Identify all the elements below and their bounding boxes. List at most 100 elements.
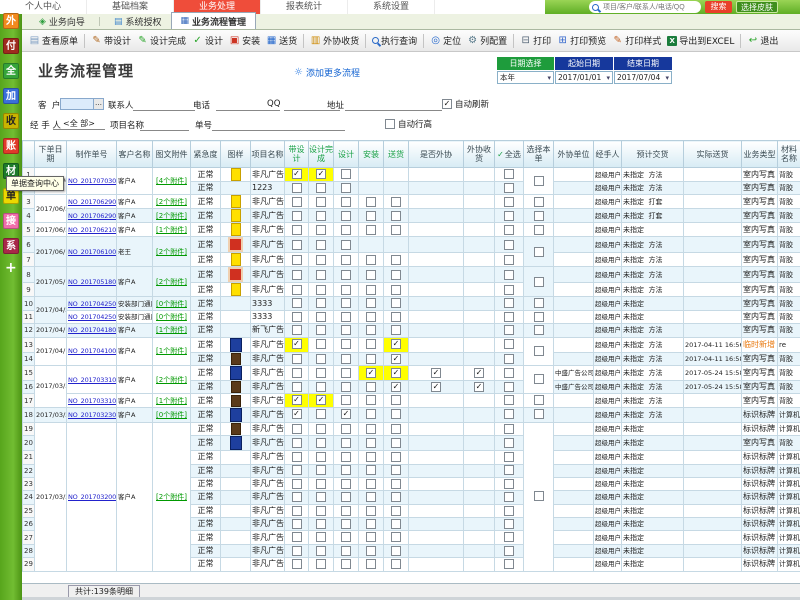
status-checkbox[interactable] <box>292 519 302 529</box>
status-checkbox[interactable] <box>292 546 302 556</box>
status-checkbox[interactable] <box>292 409 302 419</box>
status-checkbox[interactable] <box>341 559 351 569</box>
status-checkbox[interactable] <box>504 409 514 419</box>
status-checkbox[interactable] <box>292 479 302 489</box>
column-header-3[interactable]: 客户名称 <box>117 141 153 168</box>
order-number-link[interactable]: NO_201704100001 <box>68 347 117 355</box>
status-checkbox[interactable] <box>292 465 302 475</box>
auto-refresh-checkbox[interactable]: 自动刷新 <box>442 98 489 110</box>
status-checkbox[interactable] <box>391 409 401 419</box>
sidebar-item-加[interactable]: 加 <box>3 88 19 104</box>
status-checkbox[interactable] <box>366 519 376 529</box>
toolbar-button-定位[interactable]: ◎定位 <box>427 32 464 49</box>
status-checkbox[interactable] <box>316 559 326 569</box>
status-checkbox[interactable] <box>431 368 441 378</box>
sidebar-item-付[interactable]: 付 <box>3 38 19 54</box>
column-header-17[interactable]: 外协单位 <box>554 141 594 168</box>
select-order-checkbox[interactable] <box>534 197 544 207</box>
status-checkbox[interactable] <box>366 298 376 308</box>
table-row[interactable]: 12017/07/03NO_201707030001客户A[4个附件]正常非凡广… <box>23 168 800 182</box>
attachments-link[interactable]: [1个附件] <box>156 397 187 405</box>
status-checkbox[interactable] <box>316 519 326 529</box>
column-header-16[interactable]: 选择本单 <box>524 141 554 168</box>
menu-item-报表统计[interactable]: 报表统计 <box>261 0 348 14</box>
status-checkbox[interactable] <box>504 559 514 569</box>
status-checkbox[interactable] <box>292 255 302 265</box>
status-checkbox[interactable] <box>292 169 302 179</box>
status-checkbox[interactable] <box>341 312 351 322</box>
column-header-6[interactable]: 图样 <box>221 141 251 168</box>
status-checkbox[interactable] <box>391 546 401 556</box>
status-checkbox[interactable] <box>341 452 351 462</box>
menu-item-基础档案[interactable]: 基础档案 <box>87 0 174 14</box>
attachments-link[interactable]: [2个附件] <box>156 278 187 286</box>
column-header-10[interactable]: 设计 <box>334 141 359 168</box>
status-checkbox[interactable] <box>341 325 351 335</box>
status-checkbox[interactable] <box>341 409 351 419</box>
table-row[interactable]: 52017/06/21NO_201706210001客户A[1个附件]正常非凡广… <box>23 223 800 237</box>
status-checkbox[interactable] <box>366 424 376 434</box>
status-checkbox[interactable] <box>391 354 401 364</box>
status-checkbox[interactable] <box>504 546 514 556</box>
brown-thumbnail-icon[interactable] <box>231 423 241 435</box>
status-checkbox[interactable] <box>504 354 514 364</box>
column-header-22[interactable]: 材料名称 <box>778 141 800 168</box>
toolbar-button-退出[interactable]: ↩退出 <box>744 32 781 49</box>
status-checkbox[interactable] <box>366 325 376 335</box>
status-checkbox[interactable] <box>341 382 351 392</box>
sidebar-item-外[interactable]: 外 <box>3 13 19 29</box>
status-checkbox[interactable] <box>341 395 351 405</box>
tab-系统授权[interactable]: ▤系统授权 <box>105 14 171 29</box>
status-checkbox[interactable] <box>474 368 484 378</box>
attachments-link[interactable]: [1个附件] <box>156 347 187 355</box>
brown-thumbnail-icon[interactable] <box>231 381 241 393</box>
order-number-link[interactable]: NO_201705180001 <box>68 278 117 286</box>
table-row[interactable]: 132017/04/10NO_201704100001客户A[1个附件]正常非凡… <box>23 337 800 352</box>
table-row[interactable]: 62017/06/10NO_201706100001老王[2个附件]正常非凡广告… <box>23 237 800 253</box>
status-checkbox[interactable] <box>366 368 376 378</box>
status-checkbox[interactable] <box>391 465 401 475</box>
status-checkbox[interactable] <box>504 211 514 221</box>
status-checkbox[interactable] <box>316 409 326 419</box>
status-checkbox[interactable] <box>341 183 351 193</box>
status-checkbox[interactable] <box>504 519 514 529</box>
auto-row-height-checkbox[interactable]: 自动行高 <box>385 118 432 130</box>
status-checkbox[interactable] <box>366 225 376 235</box>
status-checkbox[interactable] <box>316 285 326 295</box>
status-checkbox[interactable] <box>366 465 376 475</box>
status-checkbox[interactable] <box>391 339 401 349</box>
column-header-19[interactable]: 预计交货 <box>622 141 684 168</box>
column-header-12[interactable]: 送货 <box>384 141 409 168</box>
status-checkbox[interactable] <box>504 382 514 392</box>
select-order-checkbox[interactable] <box>534 312 544 322</box>
add-more-flows-link[interactable]: ☼ 添加更多流程 <box>294 66 360 79</box>
status-checkbox[interactable] <box>391 452 401 462</box>
status-checkbox[interactable] <box>292 312 302 322</box>
status-checkbox[interactable] <box>316 438 326 448</box>
select-order-checkbox[interactable] <box>534 247 544 257</box>
order-number-link[interactable]: NO_201704250002 <box>68 300 117 308</box>
table-row[interactable]: 102017/04/25NO_201704250002安装部门通用[0个附件]正… <box>23 297 800 310</box>
status-checkbox[interactable] <box>504 395 514 405</box>
status-checkbox[interactable] <box>292 382 302 392</box>
search-button[interactable]: 搜索 <box>705 1 732 13</box>
status-checkbox[interactable] <box>341 465 351 475</box>
status-checkbox[interactable] <box>504 169 514 179</box>
status-checkbox[interactable] <box>316 240 326 250</box>
status-checkbox[interactable] <box>366 438 376 448</box>
column-header-11[interactable]: 安装 <box>359 141 384 168</box>
status-checkbox[interactable] <box>391 506 401 516</box>
status-checkbox[interactable] <box>292 492 302 502</box>
table-row[interactable]: 192017/03/20NO_201703200001客户A[2个附件]正常非凡… <box>23 422 800 435</box>
column-header-9[interactable]: 设计完成 <box>309 141 334 168</box>
status-checkbox[interactable] <box>366 211 376 221</box>
toolbar-button-设计完成[interactable]: ✎设计完成 <box>134 32 189 49</box>
stamp-thumbnail-icon[interactable] <box>228 237 243 252</box>
select-order-checkbox[interactable] <box>534 211 544 221</box>
status-checkbox[interactable] <box>292 325 302 335</box>
table-row[interactable]: 82017/05/18NO_201705180001客户A[2个附件]正常非凡广… <box>23 267 800 283</box>
status-checkbox[interactable] <box>292 354 302 364</box>
handler-select[interactable]: <全 部> <box>53 118 105 130</box>
attachments-link[interactable]: [0个附件] <box>156 313 187 321</box>
status-checkbox[interactable] <box>341 225 351 235</box>
